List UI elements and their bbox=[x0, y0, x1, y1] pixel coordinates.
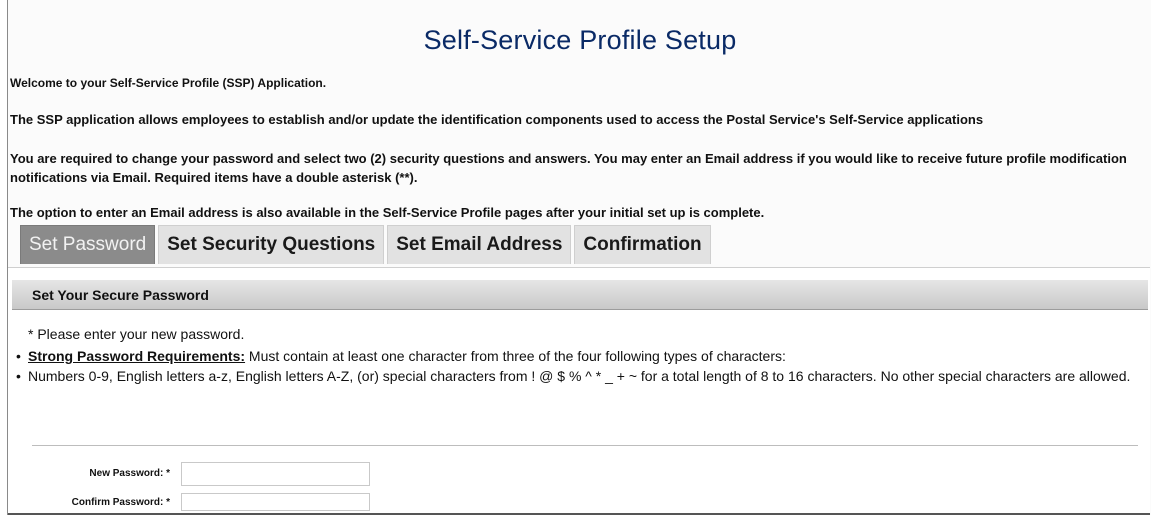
tab-set-security-questions[interactable]: Set Security Questions bbox=[158, 225, 385, 264]
password-panel: Set Your Secure Password * Please enter … bbox=[8, 267, 1150, 515]
ssp-description-text: The SSP application allows employees to … bbox=[10, 112, 984, 127]
tab-set-email-address[interactable]: Set Email Address bbox=[387, 225, 572, 264]
password-instruction: * Please enter your new password. bbox=[28, 326, 245, 342]
email-option-text: The option to enter an Email address is … bbox=[10, 205, 765, 220]
new-password-label: New Password: * bbox=[89, 468, 170, 479]
page-title: Self-Service Profile Setup bbox=[423, 25, 737, 55]
requirements-label: Strong Password Requirements: bbox=[28, 348, 246, 364]
strong-password-requirements: Strong Password Requirements: Must conta… bbox=[16, 346, 1136, 366]
requirements-notice-text: You are required to change your password… bbox=[10, 151, 1127, 185]
confirm-password-label: Confirm Password: * bbox=[71, 497, 170, 508]
confirm-password-field[interactable] bbox=[181, 493, 370, 511]
character-types-text: Numbers 0-9, English letters a-z, Englis… bbox=[16, 366, 1136, 386]
new-password-field[interactable] bbox=[181, 462, 370, 486]
divider bbox=[32, 445, 1138, 446]
welcome-text: Welcome to your Self-Service Profile (SS… bbox=[10, 76, 327, 90]
tab-confirmation[interactable]: Confirmation bbox=[574, 225, 711, 264]
requirements-text: Must contain at least one character from… bbox=[245, 348, 786, 364]
setup-tabs: Set Password Set Security Questions Set … bbox=[20, 225, 714, 267]
ssp-page: Self-Service Profile Setup Welcome to yo… bbox=[7, 0, 1151, 515]
tab-set-password[interactable]: Set Password bbox=[20, 225, 156, 264]
panel-header: Set Your Secure Password bbox=[12, 280, 1148, 310]
